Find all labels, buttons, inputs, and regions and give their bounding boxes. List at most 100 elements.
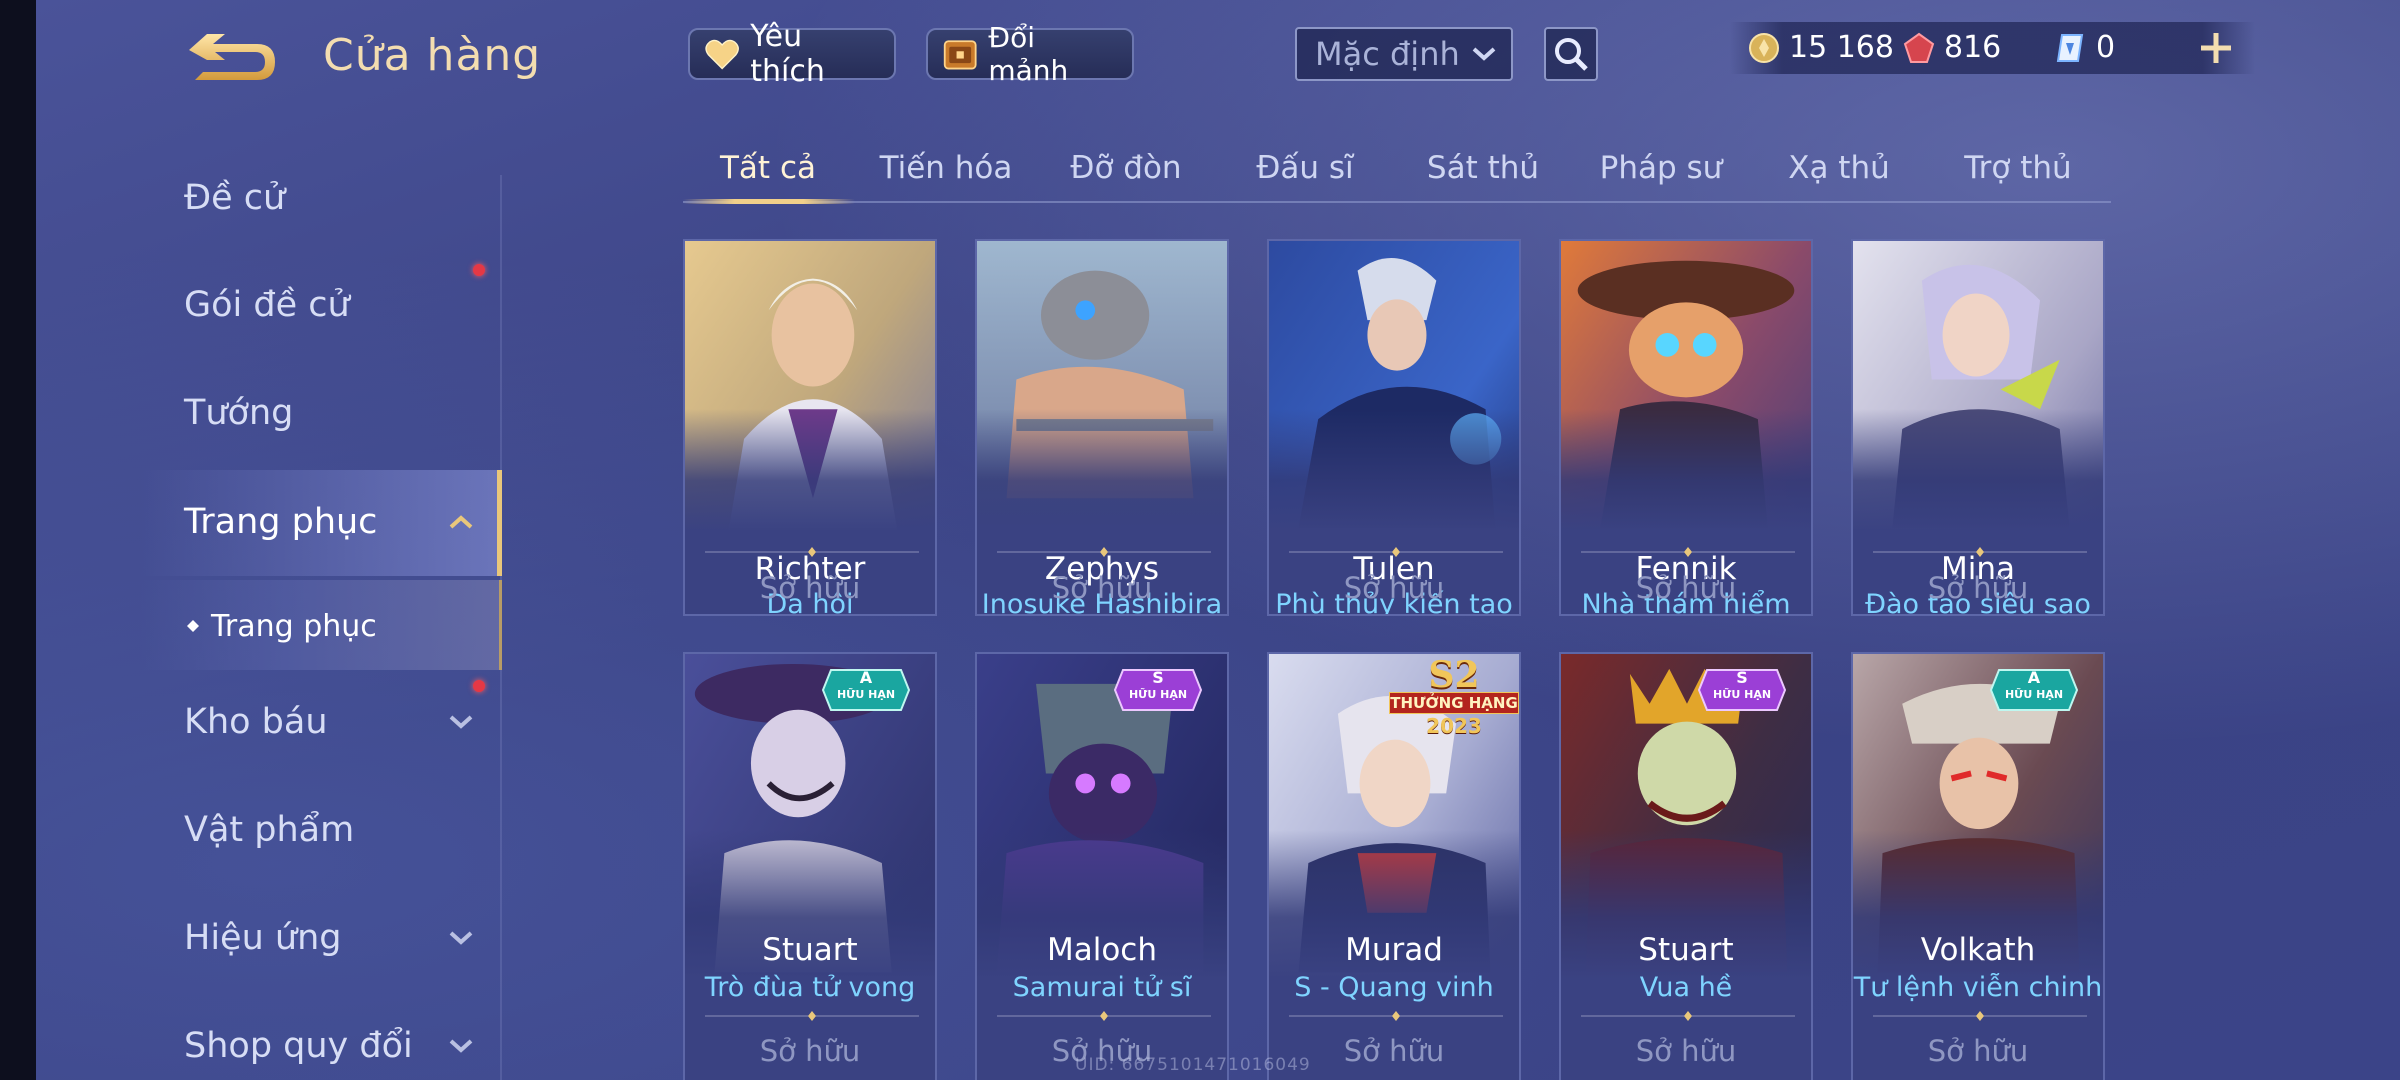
badge-label: HỮU HẠN — [2004, 688, 2064, 701]
badge-tier: A — [859, 668, 873, 687]
skin-name: Samurai tử sĩ — [1012, 972, 1192, 1003]
sidebar-item-label: Hiệu ứng — [184, 918, 342, 958]
blue-voucher-value: 0 — [2096, 30, 2116, 65]
sidebar-item-recommended-packs[interactable]: Gói đề cử — [184, 275, 494, 335]
plus-icon — [2201, 33, 2231, 63]
season-label: S2 — [1428, 654, 1480, 696]
sort-value: Mặc định — [1315, 35, 1460, 73]
skin-card[interactable]: S HỮU HẠN Maloch Samurai tử sĩ Sở hữu — [975, 652, 1229, 1080]
skin-name: S - Quang vinh — [1294, 972, 1494, 1003]
treasure-chest-icon — [943, 40, 977, 70]
limited-badge: S HỮU HẠN — [1113, 666, 1203, 714]
chevron-down-icon — [449, 715, 473, 729]
category-tabs: Tất cả Tiến hóa Đỡ đòn Đấu sĩ Sát thủ Ph… — [683, 140, 2111, 204]
ornament-divider — [1873, 1011, 2087, 1021]
skin-card[interactable]: S2 THƯỞNG HẠNG 2023 Murad S - Quang vinh… — [1267, 652, 1521, 1080]
currency-voucher: 0 — [2054, 30, 2115, 65]
hero-name: Maloch — [1046, 932, 1157, 968]
skin-card[interactable]: Richter Dạ hội Sở hữu — [683, 239, 937, 616]
owned-status: Sở hữu — [759, 1034, 861, 1068]
tab-evolution[interactable]: Tiến hóa — [871, 150, 1021, 186]
skin-card[interactable]: A HỮU HẠN Stuart Trò đùa tử vong Sở hữu — [683, 652, 937, 1080]
red-gem-value: 816 — [1944, 30, 2002, 65]
tab-fighter[interactable]: Đấu sĩ — [1230, 150, 1380, 186]
skin-card[interactable]: A HỮU HẠN Volkath Tư lệnh viễn chinh Sở … — [1851, 652, 2105, 1080]
chevron-up-icon — [449, 515, 473, 529]
limited-badge: A HỮU HẠN — [1989, 666, 2079, 714]
ornament-divider — [1873, 547, 2087, 557]
sidebar-subitem-skins[interactable]: Trang phục — [185, 596, 495, 656]
currency-gold: 15 168 — [1747, 30, 1894, 65]
ornament-divider — [997, 547, 1211, 557]
badge-tier: A — [2027, 668, 2041, 687]
skin-card[interactable]: S HỮU HẠN Stuart Vua hề Sở hữu — [1559, 652, 1813, 1080]
blue-voucher-icon — [2056, 33, 2084, 62]
owned-status: Sở hữu — [759, 571, 861, 605]
badge-label: HỮU HẠN — [836, 688, 896, 701]
skin-name: Trò đùa tử vong — [704, 972, 916, 1003]
sidebar-subitem-label: Trang phục — [211, 608, 377, 644]
hero-name: Stuart — [762, 932, 858, 968]
skin-card[interactable]: Zephys Inosuke Hashibira Sở hữu — [975, 239, 1229, 616]
hero-name: Stuart — [1638, 932, 1734, 968]
skin-name: Vua hề — [1639, 972, 1733, 1003]
favorites-button[interactable]: Yêu thích — [688, 19, 896, 89]
gold-coin-value: 15 168 — [1789, 30, 1894, 65]
back-button[interactable] — [185, 30, 280, 90]
user-id-watermark: UID: 6675101471016049 — [1075, 1055, 1311, 1075]
limited-badge: S HỮU HẠN — [1697, 666, 1787, 714]
sidebar-item-label: Tướng — [184, 393, 294, 433]
tab-marksman[interactable]: Xạ thủ — [1764, 150, 1914, 186]
season-rank-badge: S2 THƯỞNG HẠNG 2023 — [1389, 654, 1519, 740]
screen-edge — [0, 0, 36, 1080]
skin-card[interactable]: Fennik Nhà thám hiểm Sở hữu — [1559, 239, 1813, 616]
tabs-divider — [683, 201, 2111, 203]
gold-coin-icon — [1749, 32, 1779, 63]
notification-dot — [473, 680, 485, 692]
sidebar-item-items[interactable]: Vật phẩm — [184, 800, 494, 860]
owned-status: Sở hữu — [1343, 571, 1445, 605]
sidebar-item-recommended[interactable]: Đề cử — [184, 168, 494, 228]
swap-fragments-button[interactable]: Đổi mảnh — [926, 21, 1134, 87]
page-title: Cửa hàng — [323, 30, 542, 81]
season-reward-label: THƯỞNG HẠNG — [1389, 692, 1519, 714]
badge-tier: S — [1152, 668, 1164, 687]
owned-status: Sở hữu — [1635, 571, 1737, 605]
back-arrow-icon — [189, 34, 275, 80]
ornament-divider — [705, 547, 919, 557]
skin-card[interactable]: Tulen Phù thủy kiến tạo Sở hữu — [1267, 239, 1521, 616]
tab-all[interactable]: Tất cả — [693, 150, 843, 186]
badge-label: HỮU HẠN — [1712, 688, 1772, 701]
heart-icon — [705, 39, 739, 70]
skin-card[interactable]: Mina Đào tạo siêu sao Sở hữu — [1851, 239, 2105, 616]
add-currency-button[interactable] — [2196, 28, 2236, 68]
tab-assassin[interactable]: Sát thủ — [1408, 150, 1558, 186]
chevron-down-icon — [449, 931, 473, 945]
sidebar-item-label: Đề cử — [184, 178, 286, 218]
skin-name: Tư lệnh viễn chinh — [1853, 972, 2103, 1003]
red-gem-icon — [1903, 32, 1935, 63]
sort-dropdown[interactable]: Mặc định — [1295, 27, 1513, 81]
hero-name: Murad — [1345, 932, 1443, 968]
sidebar-item-heroes[interactable]: Tướng — [184, 383, 494, 443]
ornament-divider — [997, 1011, 1211, 1021]
favorites-label: Yêu thích — [750, 19, 825, 89]
ornament-divider — [1289, 547, 1503, 557]
search-button[interactable] — [1544, 27, 1598, 81]
tab-mage[interactable]: Pháp sư — [1586, 150, 1736, 186]
tab-support[interactable]: Trợ thủ — [1943, 150, 2093, 186]
tab-tank[interactable]: Đỡ đòn — [1051, 150, 1201, 186]
chevron-down-icon — [1472, 47, 1496, 61]
ornament-divider — [705, 1011, 919, 1021]
active-tab-indicator — [683, 199, 855, 204]
sidebar-item-label: Shop quy đổi — [184, 1026, 413, 1066]
search-icon — [1555, 38, 1588, 71]
swap-fragments-label: Đổi mảnh — [988, 21, 1069, 87]
ornament-divider — [1289, 1011, 1503, 1021]
owned-status: Sở hữu — [1051, 571, 1153, 605]
notification-dot — [473, 264, 485, 276]
ornament-divider — [1581, 547, 1795, 557]
owned-status: Sở hữu — [1635, 1034, 1737, 1068]
badge-tier: S — [1736, 668, 1748, 687]
owned-status: Sở hữu — [1927, 571, 2029, 605]
